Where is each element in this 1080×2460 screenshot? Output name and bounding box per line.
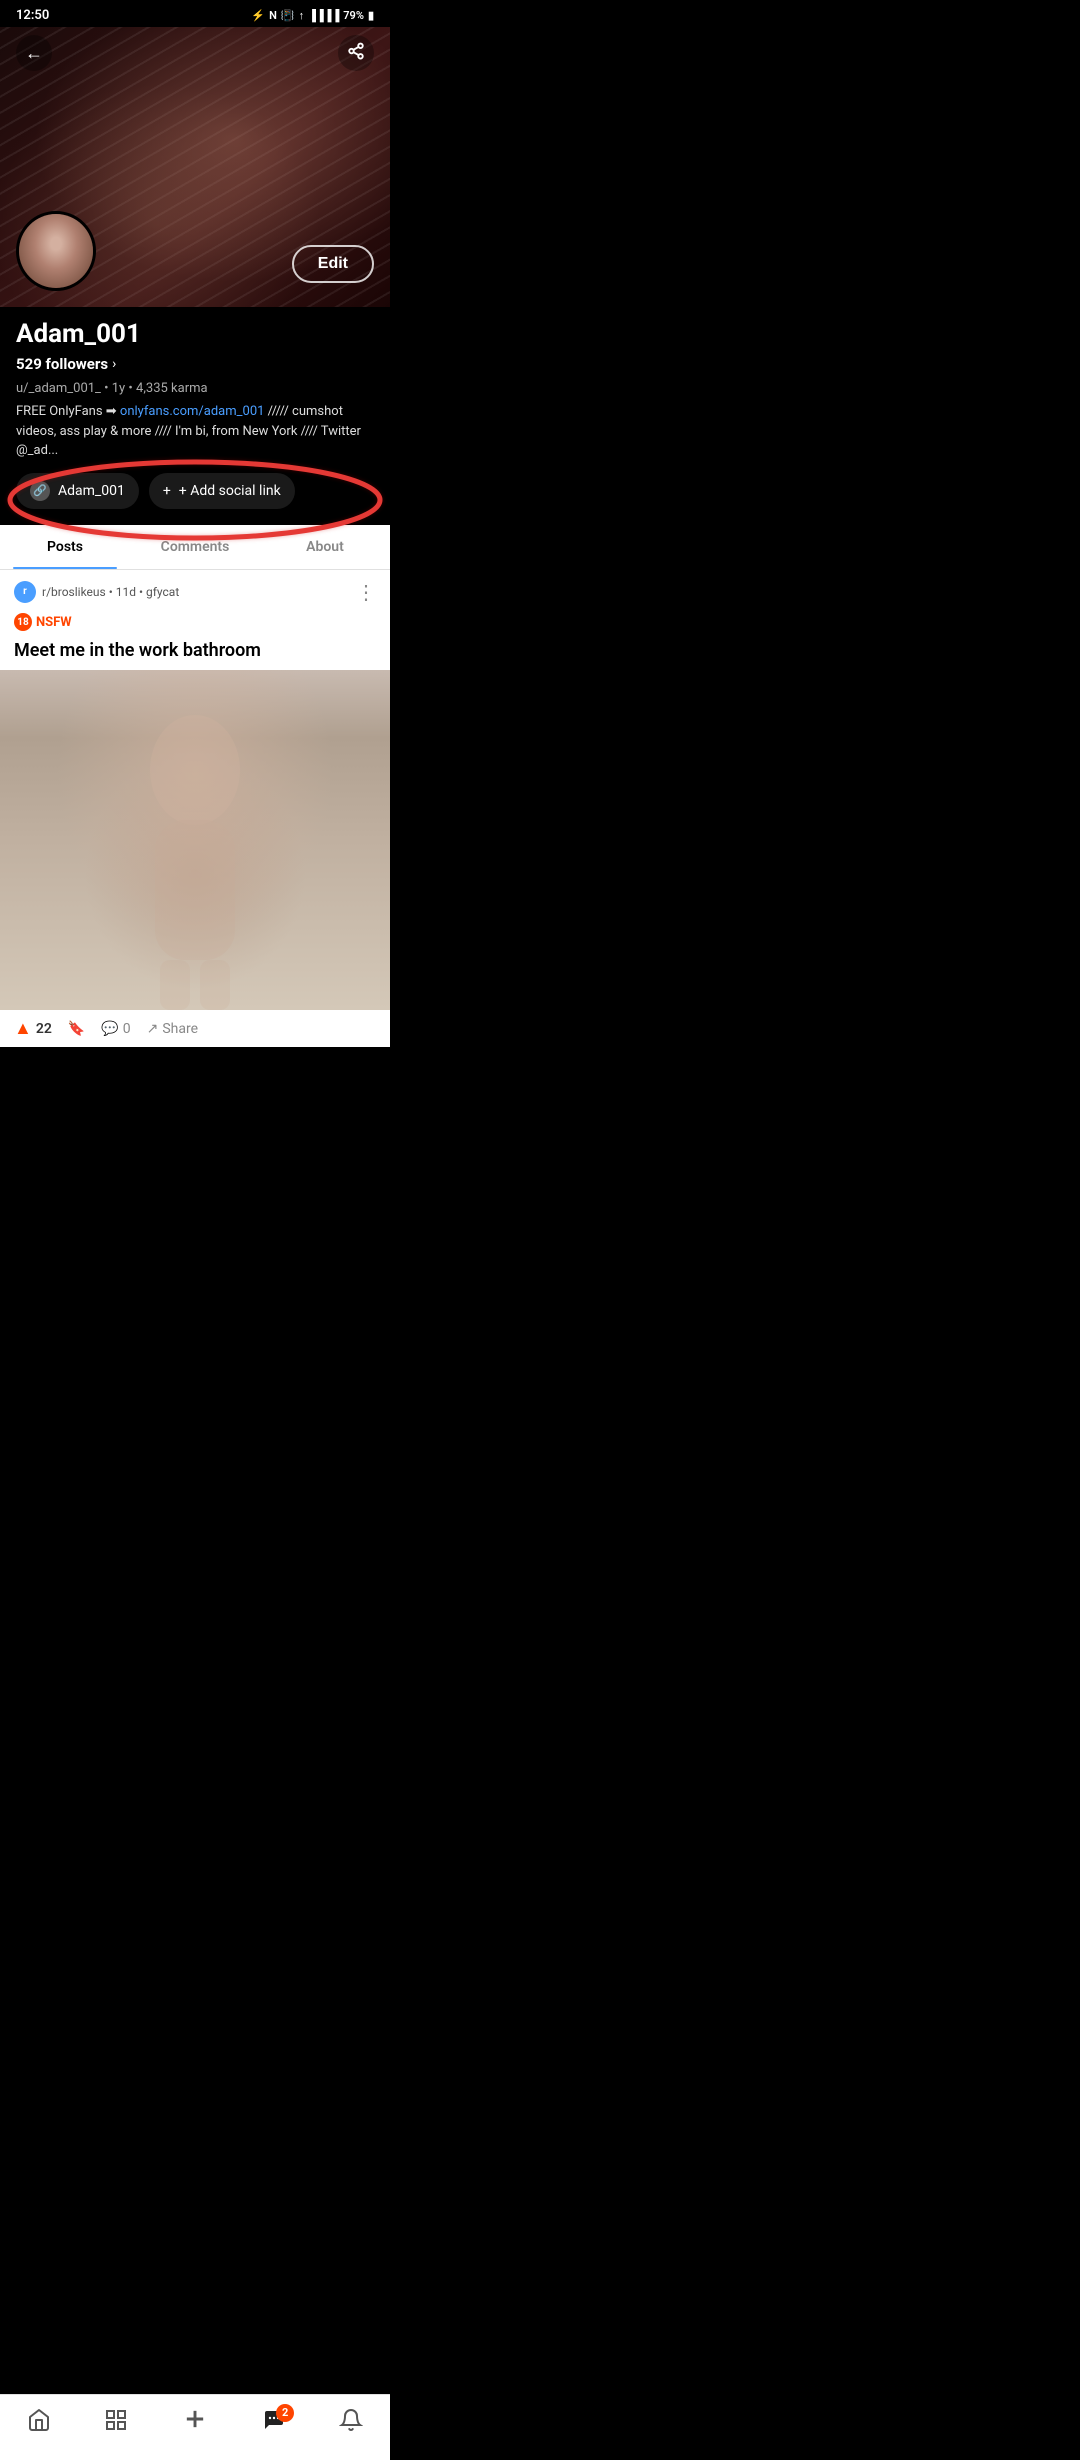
nsfw-circle: 18: [14, 613, 32, 631]
nav-bell-button[interactable]: [339, 2408, 363, 2438]
bookmark-icon: 🔖: [68, 1021, 85, 1037]
grid-icon: [104, 2408, 128, 2438]
followers-count: 529 followers: [16, 355, 108, 373]
post-meta: r r/broslikeus • 11d • gfycat: [14, 581, 179, 603]
avatar: [16, 211, 96, 291]
cover-image: ← Edit: [0, 27, 390, 307]
bookmark-button[interactable]: 🔖: [68, 1021, 85, 1037]
social-chip-profile[interactable]: 🔗 Adam_001: [16, 473, 139, 509]
share-post-button[interactable]: ↗ Share: [147, 1021, 198, 1037]
bio-link[interactable]: onlyfans.com/adam_001: [120, 404, 265, 419]
status-time: 12:50: [16, 8, 49, 23]
followers-row[interactable]: 529 followers ›: [16, 355, 374, 373]
share-label: Share: [162, 1021, 198, 1037]
subreddit-initial: r: [23, 586, 27, 597]
nsfw-badge: 18 NSFW: [0, 613, 86, 635]
tab-comments-label: Comments: [161, 539, 230, 555]
social-links-row: 🔗 Adam_001 + + Add social link: [16, 473, 374, 509]
battery-icon: ▮: [368, 9, 374, 22]
bio-text: FREE OnlyFans ➡ onlyfans.com/adam_001 //…: [16, 402, 374, 461]
tab-comments[interactable]: Comments: [130, 525, 260, 569]
profile-link-icon: 🔗: [30, 481, 50, 501]
upvote-count: 22: [36, 1021, 52, 1037]
tab-about-label: About: [306, 539, 344, 555]
tab-about[interactable]: About: [260, 525, 390, 569]
avatar-image: [19, 214, 93, 288]
cover-nav: ←: [0, 27, 390, 79]
post-card: r r/broslikeus • 11d • gfycat ⋮ 18 NSFW …: [0, 570, 390, 1048]
nav-add-button[interactable]: [181, 2405, 209, 2440]
network-icon: ▐▐▐▐: [308, 9, 339, 22]
post-title[interactable]: Meet me in the work bathroom: [0, 635, 390, 670]
comment-count: 0: [123, 1021, 131, 1037]
profile-section: Adam_001 529 followers › u/_adam_001_ • …: [0, 307, 390, 509]
add-social-label: + Add social link: [179, 483, 281, 499]
followers-chevron-icon: ›: [112, 356, 116, 372]
edit-button[interactable]: Edit: [292, 245, 374, 283]
post-header: r r/broslikeus • 11d • gfycat ⋮: [0, 570, 390, 610]
bottom-nav: 2: [0, 2394, 390, 2460]
add-icon: [181, 2405, 209, 2440]
nav-grid-button[interactable]: [104, 2408, 128, 2438]
add-social-link-button[interactable]: + + Add social link: [149, 473, 295, 509]
back-button[interactable]: ←: [16, 35, 52, 71]
bluetooth-icon: ⚡: [251, 9, 265, 22]
post-separator1: •: [109, 585, 116, 599]
nav-home-button[interactable]: [27, 2408, 51, 2438]
profile-username: Adam_001: [16, 319, 374, 349]
share-button[interactable]: [338, 35, 374, 71]
share-icon: [347, 42, 365, 65]
comment-icon: 💬: [101, 1021, 118, 1037]
tab-posts-label: Posts: [47, 539, 83, 555]
status-bar: 12:50 ⚡ Ν 📳 ↑ ▐▐▐▐ 79% ▮: [0, 0, 390, 27]
share-post-icon: ↗: [147, 1021, 159, 1037]
upvote-button[interactable]: ▲ 22: [14, 1018, 52, 1039]
profile-info: Adam_001 529 followers › u/_adam_001_ • …: [0, 307, 390, 509]
comment-button[interactable]: 💬 0: [101, 1021, 130, 1037]
post-meta-text: r/broslikeus • 11d • gfycat: [42, 585, 179, 599]
user-meta: u/_adam_001_ • 1y • 4,335 karma: [16, 381, 374, 396]
post-actions: ▲ 22 🔖 💬 0 ↗ Share: [0, 1010, 390, 1047]
vibrate-icon: 📳: [281, 9, 295, 22]
battery-text: 79%: [343, 9, 364, 22]
signal-icon: ↑: [299, 9, 305, 22]
subreddit-icon: r: [14, 581, 36, 603]
bell-icon: [339, 2408, 363, 2438]
nsfw-number: 18: [17, 617, 28, 628]
tab-posts[interactable]: Posts: [0, 525, 130, 569]
nfc-icon: Ν: [269, 9, 277, 22]
post-subreddit: r/broslikeus: [42, 585, 106, 599]
post-more-button[interactable]: ⋮: [356, 580, 376, 604]
chat-badge: 2: [276, 2404, 294, 2422]
post-age: 11d: [116, 585, 136, 599]
nav-chat-button[interactable]: 2: [262, 2408, 286, 2438]
back-icon: ←: [25, 43, 43, 64]
nsfw-label: NSFW: [36, 615, 72, 630]
tabs-bar: Posts Comments About: [0, 525, 390, 570]
post-separator2: •: [139, 585, 146, 599]
home-icon: [27, 2408, 51, 2438]
social-chip-label: Adam_001: [58, 483, 125, 499]
upvote-arrow-icon: ▲: [14, 1018, 32, 1039]
post-image[interactable]: [0, 670, 390, 1010]
add-social-icon: +: [163, 483, 171, 499]
status-icons: ⚡ Ν 📳 ↑ ▐▐▐▐ 79% ▮: [251, 9, 374, 22]
post-source: gfycat: [146, 585, 179, 599]
post-image-figure: [95, 690, 295, 1010]
